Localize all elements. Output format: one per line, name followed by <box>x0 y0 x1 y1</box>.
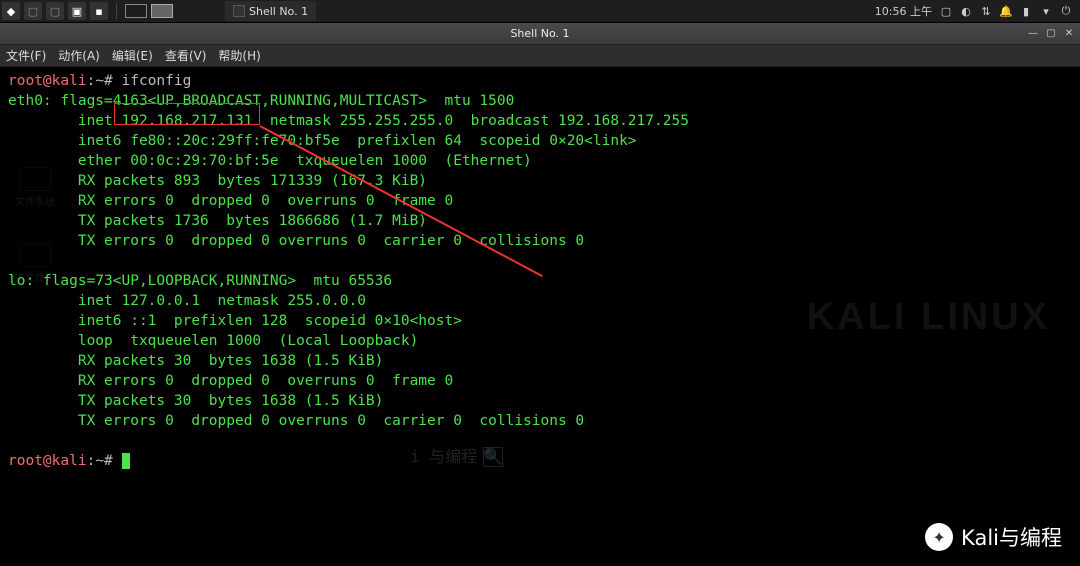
battery-icon[interactable]: ▮ <box>1020 5 1032 17</box>
top-panel: ◆ ▢ ▢ ▣ ▪ Shell No. 1 10:56 上午 ▢ ◐ ⇅ 🔔 ▮… <box>0 0 1080 23</box>
window-controls: — ▢ ✕ <box>1026 27 1076 41</box>
terminal-output: root@kali:~# ifconfig eth0: flags=4163<U… <box>8 71 1072 471</box>
prompt-user: root <box>8 453 43 469</box>
taskbar-app-icon[interactable]: ▢ <box>24 2 42 20</box>
prompt-host: kali <box>52 73 87 89</box>
prompt-path: ~ <box>95 73 104 89</box>
ifconfig-lo-txe: TX errors 0 dropped 0 overruns 0 carrier… <box>8 413 584 429</box>
workspace-1[interactable] <box>125 4 147 18</box>
command: ifconfig <box>122 73 192 89</box>
bell-icon[interactable]: 🔔 <box>1000 5 1012 17</box>
prompt-symbol: # <box>104 73 113 89</box>
terminal[interactable]: 文件系统 主文件夹 KALI LINUX root@kali:~# ifconf… <box>0 67 1080 566</box>
close-button[interactable]: ✕ <box>1062 27 1076 41</box>
window-title: Shell No. 1 <box>510 27 569 40</box>
menu-edit[interactable]: 编辑(E) <box>112 47 153 64</box>
taskbar-app-icon[interactable]: ▪ <box>90 2 108 20</box>
ifconfig-lo-txp: TX packets 30 bytes 1638 (1.5 KiB) <box>8 393 383 409</box>
maximize-button[interactable]: ▢ <box>1044 27 1058 41</box>
ifconfig-eth0-inet: inet 192.168.217.131 netmask 255.255.255… <box>8 113 689 129</box>
clock[interactable]: 10:56 上午 <box>875 3 932 19</box>
system-tray: 10:56 上午 ▢ ◐ ⇅ 🔔 ▮ ▾ ⏻ <box>875 3 1080 19</box>
kali-menu-icon[interactable]: ◆ <box>2 2 20 20</box>
ifconfig-eth0-header: eth0: flags=4163<UP,BROADCAST,RUNNING,MU… <box>8 93 514 109</box>
minimize-button[interactable]: — <box>1026 27 1040 41</box>
power-icon[interactable]: ⏻ <box>1060 5 1072 17</box>
tray-icon[interactable]: ◐ <box>960 5 972 17</box>
ifconfig-lo-inet: inet 127.0.0.1 netmask 255.0.0.0 <box>8 293 366 309</box>
watermark-bottom: ✦ Kali与编程 <box>925 522 1062 552</box>
terminal-icon[interactable]: ▣ <box>68 2 86 20</box>
menubar: 文件(F) 动作(A) 编辑(E) 查看(V) 帮助(H) <box>0 45 1080 67</box>
tray-icon[interactable]: ▾ <box>1040 5 1052 17</box>
ifconfig-eth0-rxp: RX packets 893 bytes 171339 (167.3 KiB) <box>8 173 427 189</box>
workspace-2[interactable] <box>151 4 173 18</box>
taskbar-window-label: Shell No. 1 <box>249 5 308 18</box>
window-titlebar[interactable]: Shell No. 1 — ▢ ✕ <box>0 23 1080 45</box>
ifconfig-lo-rxp: RX packets 30 bytes 1638 (1.5 KiB) <box>8 353 383 369</box>
menu-file[interactable]: 文件(F) <box>6 47 46 64</box>
ifconfig-eth0-ether: ether 00:0c:29:70:bf:5e txqueuelen 1000 … <box>8 153 532 169</box>
taskbar-window-button[interactable]: Shell No. 1 <box>225 1 316 21</box>
taskbar-app-icon[interactable]: ▢ <box>46 2 64 20</box>
wechat-icon: ✦ <box>925 523 953 551</box>
divider <box>116 3 117 19</box>
monitor-icon[interactable]: ▢ <box>940 5 952 17</box>
prompt-user: root <box>8 73 43 89</box>
ifconfig-lo-header: lo: flags=73<UP,LOOPBACK,RUNNING> mtu 65… <box>8 273 392 289</box>
network-icon[interactable]: ⇅ <box>980 5 992 17</box>
menu-view[interactable]: 查看(V) <box>165 47 207 64</box>
ifconfig-eth0-rxe: RX errors 0 dropped 0 overruns 0 frame 0 <box>8 193 453 209</box>
menu-actions[interactable]: 动作(A) <box>58 47 100 64</box>
ifconfig-lo-rxe: RX errors 0 dropped 0 overruns 0 frame 0 <box>8 373 453 389</box>
ifconfig-eth0-txe: TX errors 0 dropped 0 overruns 0 carrier… <box>8 233 584 249</box>
ifconfig-eth0-inet6: inet6 fe80::20c:29ff:fe70:bf5e prefixlen… <box>8 133 637 149</box>
cursor <box>122 453 130 469</box>
menu-help[interactable]: 帮助(H) <box>218 47 260 64</box>
ifconfig-lo-inet6: inet6 ::1 prefixlen 128 scopeid 0×10<hos… <box>8 313 462 329</box>
prompt-path: ~ <box>95 453 104 469</box>
window-icon <box>233 5 245 17</box>
prompt-symbol: # <box>104 453 113 469</box>
ifconfig-lo-loop: loop txqueuelen 1000 (Local Loopback) <box>8 333 418 349</box>
prompt-host: kali <box>52 453 87 469</box>
ifconfig-eth0-txp: TX packets 1736 bytes 1866686 (1.7 MiB) <box>8 213 427 229</box>
quick-launch: ◆ ▢ ▢ ▣ ▪ <box>0 0 175 22</box>
watermark-text: Kali与编程 <box>961 522 1062 552</box>
